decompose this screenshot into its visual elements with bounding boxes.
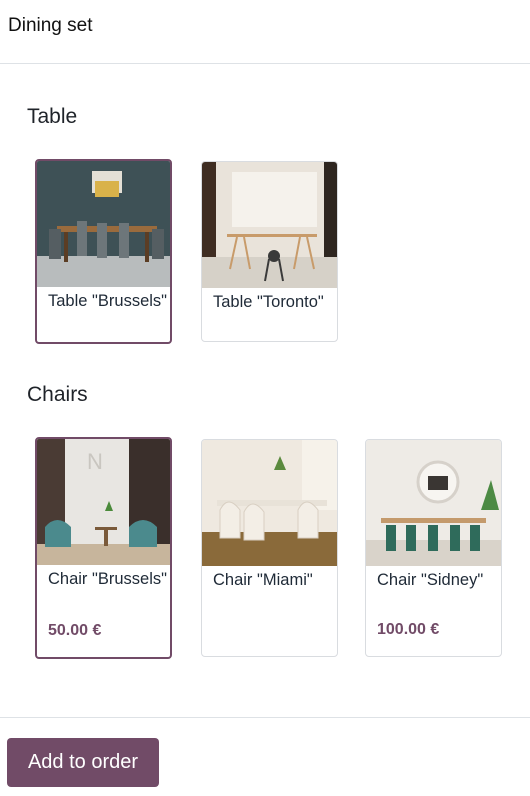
section-title-table: Table: [27, 105, 78, 128]
product-image-table-brussels: [37, 161, 170, 287]
product-card-chair-miami[interactable]: Chair "Miami": [201, 439, 338, 657]
product-image-chair-miami: [202, 440, 337, 566]
product-image-chair-brussels: N: [37, 439, 170, 565]
add-to-order-button[interactable]: Add to order: [7, 738, 159, 787]
product-name: Chair "Miami": [213, 571, 313, 589]
product-name: Table "Toronto": [213, 293, 324, 311]
product-price: 100.00 €: [377, 621, 440, 638]
product-card-table-toronto[interactable]: Table "Toronto": [201, 161, 338, 342]
svg-text:N: N: [87, 449, 103, 474]
product-name: Table "Brussels": [48, 292, 168, 310]
product-image-chair-sidney: [366, 440, 501, 566]
product-card-chair-sidney[interactable]: Chair "Sidney" 100.00 €: [365, 439, 502, 657]
product-image-table-toronto: [202, 162, 337, 288]
section-title-chairs: Chairs: [27, 383, 88, 406]
product-name: Chair "Brussels": [48, 570, 167, 588]
configurator-header: Dining set: [0, 0, 530, 64]
product-price: 50.00 €: [48, 622, 102, 639]
page-title: Dining set: [8, 15, 93, 36]
product-name: Chair "Sidney": [377, 571, 484, 589]
product-card-chair-brussels[interactable]: N Chair "Brussels" 50.00 €: [35, 437, 172, 659]
product-card-table-brussels[interactable]: Table "Brussels": [35, 159, 172, 344]
